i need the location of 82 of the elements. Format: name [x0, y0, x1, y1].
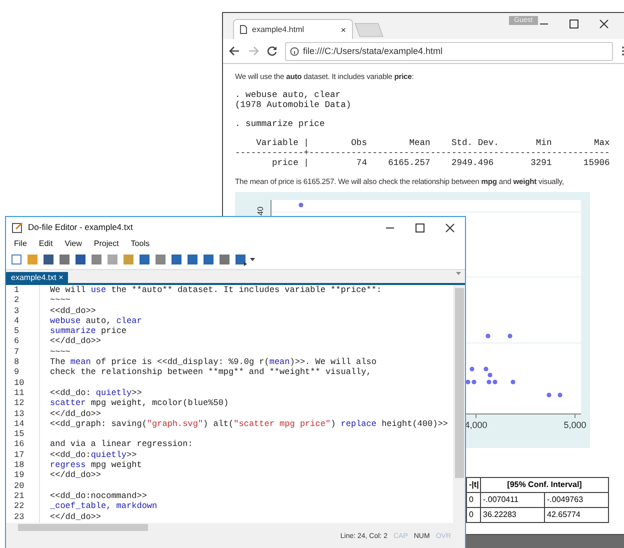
menu-item[interactable]: Edit [38, 239, 53, 248]
line-number: 7 [14, 346, 20, 358]
code-line: <<dd_do:nocommand>> [50, 490, 148, 502]
code-line: <<dd_graph: saving("graph.svg") alt("scatter mpg price") replace height(400)>> [50, 418, 449, 430]
line-number: 19 [14, 470, 26, 481]
column-header: -|t| [467, 478, 481, 493]
caret-icon[interactable] [250, 258, 255, 262]
menu-item[interactable]: View [64, 239, 82, 248]
code-line: summarize price [50, 326, 128, 336]
line-number: 16 [14, 439, 26, 450]
table-cell: -.0049763 [545, 493, 609, 508]
line-number: 1 [14, 285, 20, 296]
code-line: <</dd_do>> [50, 336, 102, 347]
line-number: 3 [14, 306, 20, 316]
code-line: <</dd_do>> [50, 512, 102, 522]
menu-item[interactable]: Project [94, 239, 119, 248]
line-number: 10 [14, 378, 26, 388]
code-line: The mean of price is <<dd_display: %9.0g r(mean)>>. We will also [50, 357, 378, 368]
line-number: 11 [14, 388, 26, 398]
code-line: ~~~~ [50, 346, 72, 358]
line-number: 8 [14, 357, 20, 368]
browser-tab[interactable]: example4.html × [233, 19, 353, 39]
line-number: 2 [14, 295, 20, 306]
output-line: . webuse auto, clear [235, 90, 342, 100]
code-line: <</dd_do>> [50, 408, 102, 419]
column-header: [95% Conf. Interval] [481, 478, 609, 493]
close-icon[interactable] [599, 19, 609, 29]
url-text: file:///C:/Users/stata/example4.html [303, 46, 443, 56]
table-cell: 0 [467, 493, 481, 508]
code-line: scatter mpg weight, mcolor(blue%50) [50, 398, 230, 409]
menu-item[interactable]: File [14, 239, 27, 248]
line-number: 12 [14, 398, 26, 409]
output-line: (1978 Automobile Data) [235, 100, 352, 110]
output-line: . summarize price [235, 119, 326, 129]
line-number: 17 [14, 450, 26, 460]
table-cell: 42.65774 [545, 508, 609, 523]
table-cell: -.0070411 [481, 493, 545, 508]
code-line: and via a linear regression: [50, 439, 194, 450]
back-arrow-icon[interactable] [229, 46, 240, 56]
table-cell: 36.22283 [481, 508, 545, 523]
code-line: <<dd_do: quietly>> [50, 388, 143, 398]
output-line: Variable | Obs Mean Std. Dev. Min Max [255, 138, 611, 148]
x-tick-label: 5,000 [564, 420, 586, 430]
code-line: <</dd_do>> [50, 470, 102, 481]
code-line: <<dd_do>> [50, 306, 97, 316]
line-number: 22 [14, 501, 26, 512]
maximize-icon[interactable] [415, 223, 425, 233]
table-cell: 0 [467, 508, 481, 523]
line-number: 23 [14, 512, 26, 522]
reload-icon[interactable] [267, 46, 277, 56]
code-line: webuse auto, clear [50, 316, 143, 326]
line-number: 6 [14, 336, 20, 347]
address-bar[interactable]: file:///C:/Users/stata/example4.html [285, 42, 613, 60]
line-number: 18 [14, 460, 26, 470]
editor-icon [12, 222, 23, 232]
output-line: -------------+--------------------------------------------------------- [235, 148, 611, 158]
menu-item[interactable]: Tools [130, 239, 150, 248]
window-title: Do-file Editor - example4.txt [28, 222, 133, 232]
code-line: We will use the **auto** dataset. It includes variable **price**: [50, 285, 383, 296]
file-tab[interactable]: example4.txt × [6, 272, 68, 283]
vertical-scrollbar[interactable] [453, 285, 465, 523]
code-line: check the relationship between **mpg** and **weight** visually, [50, 367, 372, 378]
line-number: 13 [14, 408, 26, 419]
page-icon [240, 25, 247, 34]
line-number: 15 [14, 429, 26, 440]
line-number: 21 [14, 490, 26, 502]
code-line: _coef_table, markdown [50, 501, 158, 512]
y-tick-label: 40 [256, 206, 265, 216]
line-number: 5 [14, 326, 20, 336]
close-icon[interactable] [445, 223, 455, 233]
maximize-icon[interactable] [569, 19, 579, 29]
x-tick-label: 4,000 [464, 420, 488, 430]
code-line: <<dd_do:quietly>> [50, 450, 138, 460]
line-number: 4 [14, 316, 20, 326]
info-icon[interactable] [290, 46, 299, 56]
line-number: 20 [14, 480, 26, 491]
code-line: regress mpg weight [50, 460, 143, 470]
code-line: ~~~~ [50, 295, 72, 306]
output-line: price | 74 6165.257 2949.496 3291 15906 [270, 158, 611, 168]
menu-icon[interactable] [621, 46, 624, 56]
line-number: 9 [14, 367, 20, 378]
line-number: 14 [14, 418, 26, 430]
